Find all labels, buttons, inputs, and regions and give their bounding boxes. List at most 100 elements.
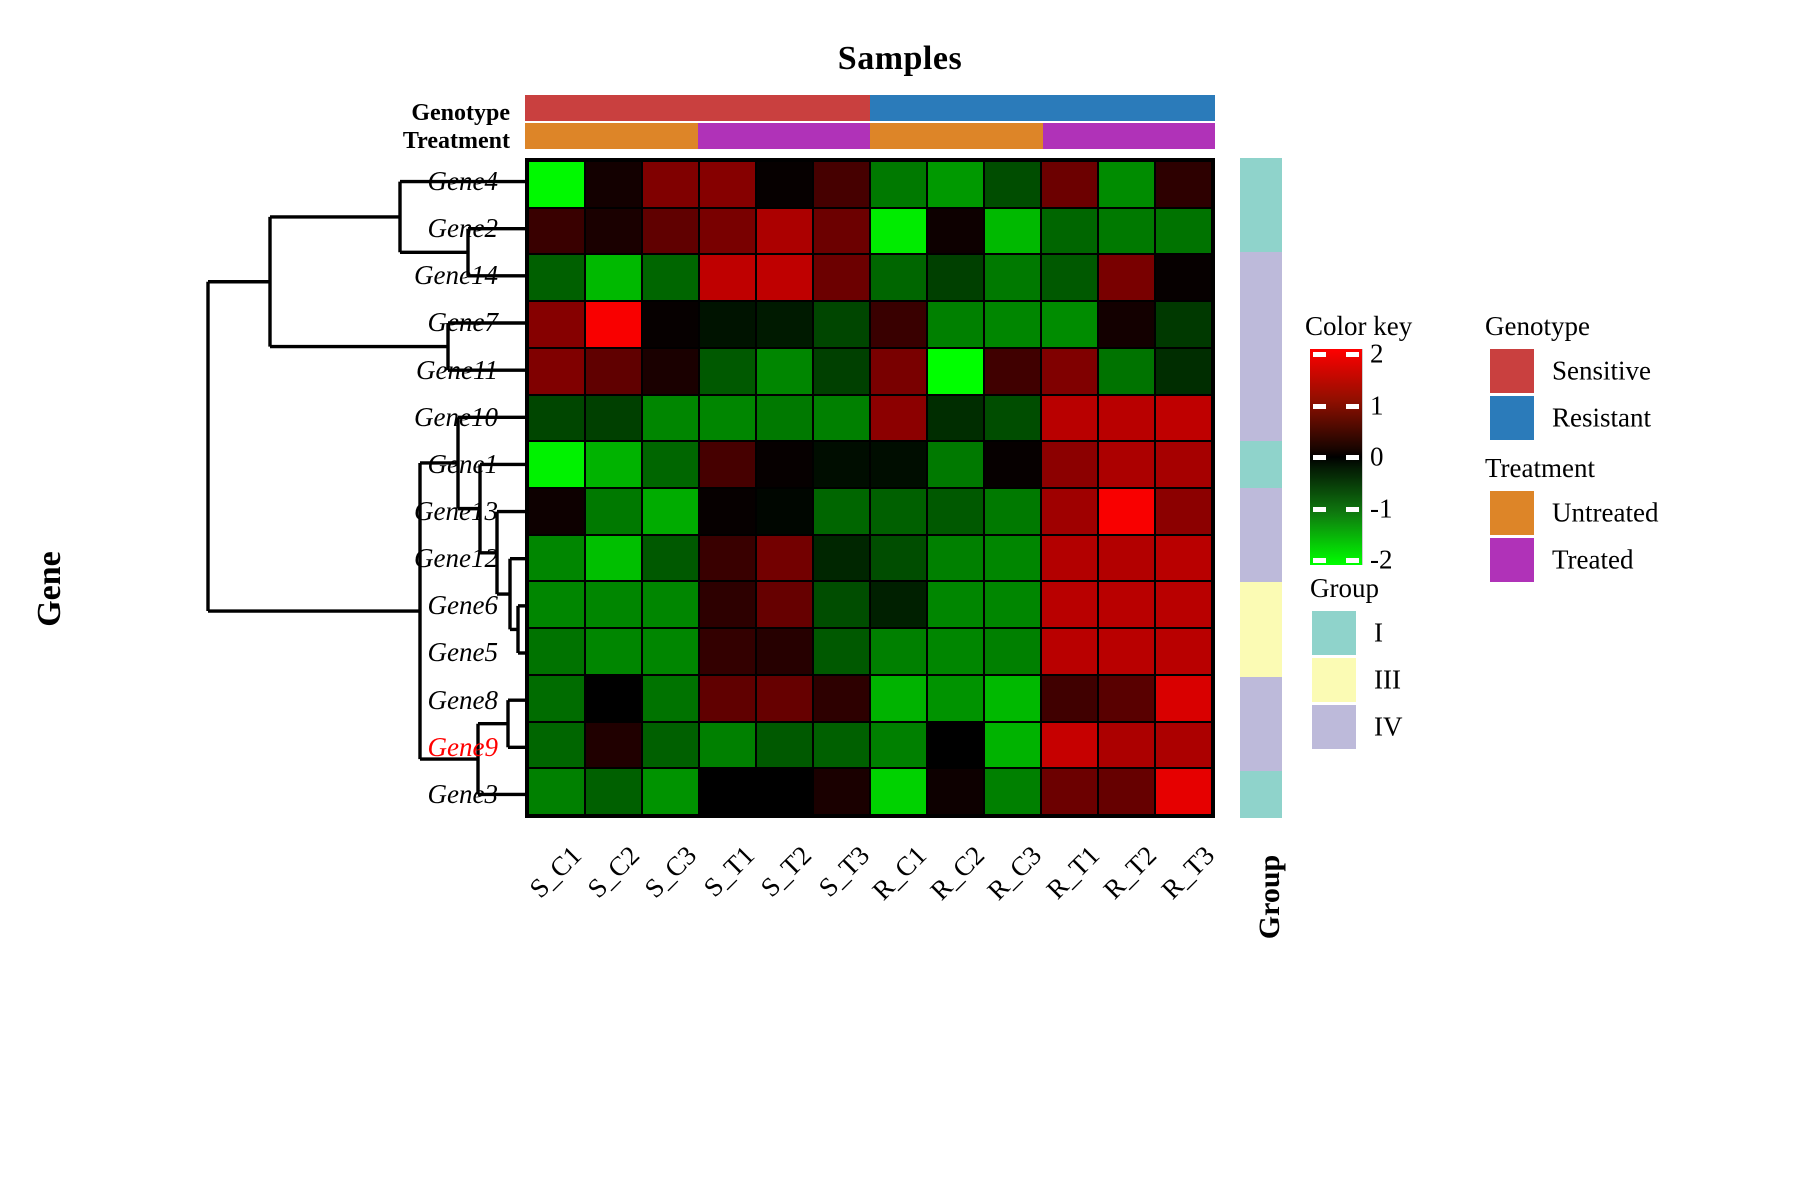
- genotype-legend-title: Genotype: [1485, 311, 1590, 341]
- heatmap-cell: [814, 535, 869, 581]
- heatmap-cell: [1156, 302, 1211, 347]
- heatmap-cell: [928, 582, 983, 628]
- color-key-tick: [1313, 352, 1326, 357]
- heatmap-cell: [529, 722, 584, 768]
- genotype-annotation-label: Genotype: [411, 100, 510, 126]
- genotype-annotation-segment: [985, 95, 1043, 121]
- group-annotation-segment: [1240, 393, 1282, 441]
- color-key-tick-label: 1: [1370, 390, 1384, 420]
- group-annotation-segment: [1240, 440, 1282, 488]
- group-annotation-segment: [1240, 487, 1282, 536]
- heatmap-cell: [1156, 582, 1211, 628]
- heatmap-cell: [529, 208, 584, 254]
- heatmap-cell: [643, 675, 698, 721]
- heatmap-cell: [586, 162, 641, 207]
- color-key-tick: [1346, 352, 1359, 357]
- group-legend-item-swatch: [1312, 705, 1356, 749]
- treatment-legend-item-label: Untreated: [1552, 497, 1659, 528]
- treatment-annotation-bar: [525, 123, 1215, 149]
- heatmap-cell: [928, 208, 983, 254]
- treatment-annotation-segment: [755, 123, 813, 149]
- group-annotation-segment: [1240, 629, 1282, 677]
- heatmap-cell: [985, 675, 1040, 721]
- heatmap-cell: [871, 489, 926, 534]
- group-legend-item-label: IV: [1374, 711, 1403, 742]
- heatmap-cell: [757, 395, 812, 441]
- color-key-tick-label: -2: [1370, 544, 1393, 575]
- treatment-annotation-segment: [812, 123, 870, 149]
- heatmap-cell: [529, 582, 584, 628]
- heatmap-cell: [700, 629, 755, 674]
- treatment-legend-item-swatch: [1490, 538, 1534, 582]
- heatmap-cell: [1042, 489, 1097, 534]
- heatmap-cell: [985, 582, 1040, 628]
- genotype-annotation-segment: [525, 95, 583, 121]
- genotype-annotation-segment: [1042, 95, 1100, 121]
- group-legend-item-swatch: [1312, 611, 1356, 655]
- heatmap-cell: [700, 302, 755, 347]
- heatmap-cell: [814, 255, 869, 301]
- heatmap-cell: [643, 348, 698, 394]
- heatmap-cell: [985, 769, 1040, 814]
- heatmap-cell: [586, 629, 641, 674]
- treatment-annotation-segment: [985, 123, 1043, 149]
- heatmap-cell: [643, 442, 698, 487]
- heatmap-cell: [928, 629, 983, 674]
- genotype-annotation-segment: [697, 95, 755, 121]
- heatmap-cell: [1042, 722, 1097, 768]
- heatmap-cell: [1099, 395, 1154, 441]
- heatmap-cell: [1156, 442, 1211, 487]
- heatmap-cell: [700, 582, 755, 628]
- heatmap-cell: [757, 489, 812, 534]
- heatmap-cell: [529, 769, 584, 814]
- heatmap-figure: Samples Gene Group Genotype Treatment Ge…: [0, 0, 1800, 1200]
- heatmap-cell: [1156, 395, 1211, 441]
- heatmap-cell: [871, 629, 926, 674]
- heatmap-cell: [1099, 208, 1154, 254]
- heatmap-cell: [586, 302, 641, 347]
- heatmap-cell: [1099, 722, 1154, 768]
- heatmap-cell: [757, 208, 812, 254]
- heatmap-cell: [928, 162, 983, 207]
- heatmap-cell: [871, 255, 926, 301]
- heatmap-cell: [757, 535, 812, 581]
- heatmap-cell: [1099, 255, 1154, 301]
- heatmap-cell: [928, 535, 983, 581]
- heatmap-cell: [1156, 769, 1211, 814]
- heatmap-cell: [1156, 348, 1211, 394]
- heatmap-cell: [814, 348, 869, 394]
- heatmap-cell: [757, 255, 812, 301]
- heatmap-cell: [586, 255, 641, 301]
- heatmap-cell: [1099, 769, 1154, 814]
- treatment-annotation-segment: [927, 123, 985, 149]
- heatmap-cell: [529, 535, 584, 581]
- heatmap-cell: [1099, 629, 1154, 674]
- heatmap-cell: [529, 442, 584, 487]
- treatment-annotation-segment: [1100, 123, 1158, 149]
- gene-row-label: Gene10: [414, 401, 498, 432]
- heatmap-cell: [814, 675, 869, 721]
- group-annotation-segment: [1240, 770, 1282, 818]
- heatmap-cell: [643, 395, 698, 441]
- group-annotation-segment: [1240, 346, 1282, 394]
- color-key-tick-label: 0: [1370, 441, 1384, 472]
- treatment-annotation-segment: [697, 123, 755, 149]
- genotype-annotation-segment: [1157, 95, 1215, 121]
- treatment-legend-item-label: Treated: [1552, 544, 1634, 575]
- heatmap-cell: [643, 582, 698, 628]
- gene-row-label: Gene2: [427, 213, 498, 244]
- genotype-annotation-segment: [582, 95, 640, 121]
- heatmap-cell: [1042, 255, 1097, 301]
- heatmap-cell: [985, 395, 1040, 441]
- heatmap-cell: [1156, 629, 1211, 674]
- heatmap-cell: [529, 629, 584, 674]
- heatmap-cell: [529, 675, 584, 721]
- heatmap-cell: [1099, 162, 1154, 207]
- heatmap-cell: [1156, 489, 1211, 534]
- heatmap-cell: [586, 582, 641, 628]
- heatmap-cell: [1156, 255, 1211, 301]
- treatment-annotation-segment: [870, 123, 928, 149]
- heatmap-cell: [1042, 162, 1097, 207]
- heatmap-cell: [757, 769, 812, 814]
- heatmap-cell: [985, 162, 1040, 207]
